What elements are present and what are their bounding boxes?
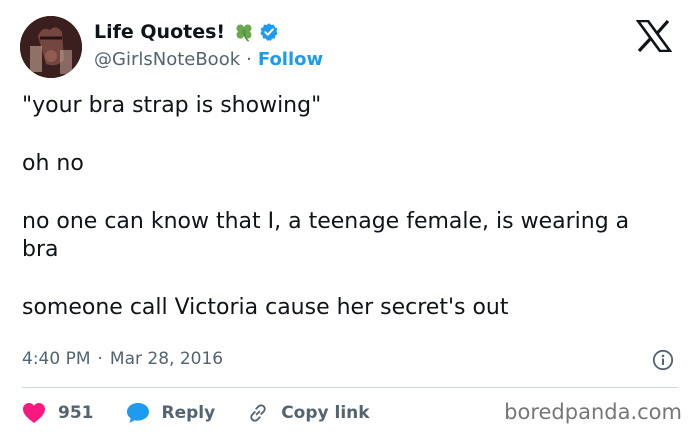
author-handle[interactable]: @GirlsNoteBook	[94, 49, 240, 70]
author-display-name[interactable]: Life Quotes!	[94, 21, 225, 43]
copy-link-label: Copy link	[281, 403, 370, 423]
tweet-actions: 951 Reply Copy link	[22, 399, 370, 427]
tweet-paragraph: no one can know that I, a teenage female…	[22, 209, 630, 262]
four-leaf-clover-icon	[236, 24, 252, 42]
watermark: boredpanda.com	[504, 400, 682, 424]
tweet-card: Life Quotes! @GirlsNoteBook · Follow "yo…	[0, 0, 700, 440]
like-count: 951	[58, 403, 94, 423]
like-button[interactable]: 951	[22, 402, 94, 424]
tweet-time: 4:40 PM	[22, 349, 91, 369]
tweet-paragraph: oh no	[22, 151, 84, 176]
tweet-paragraph: someone call Victoria cause her secret's…	[22, 295, 509, 320]
handle-separator: ·	[246, 48, 252, 70]
tweet-date: Mar 28, 2016	[109, 349, 224, 369]
copy-link-button[interactable]: Copy link	[247, 402, 370, 424]
follow-button[interactable]: Follow	[258, 49, 323, 70]
reply-label: Reply	[161, 403, 216, 423]
reply-bubble-icon	[126, 403, 149, 423]
x-logo-icon[interactable]	[636, 20, 672, 52]
info-icon[interactable]	[652, 349, 674, 371]
timestamp-separator: ·	[97, 349, 103, 369]
divider	[22, 387, 678, 388]
reply-button[interactable]: Reply	[126, 402, 216, 424]
tweet-text: "your bra strap is showing" oh no no one…	[22, 92, 672, 322]
author-avatar[interactable]	[20, 16, 82, 78]
avatar-image	[20, 16, 82, 78]
author-name-row: Life Quotes!	[94, 18, 279, 46]
verified-badge-icon	[260, 23, 278, 41]
tweet-paragraph: "your bra strap is showing"	[22, 93, 322, 118]
link-icon	[250, 404, 266, 422]
heart-icon	[23, 403, 45, 423]
author-handle-row: @GirlsNoteBook · Follow	[94, 47, 323, 71]
tweet-timestamp[interactable]: 4:40 PM · Mar 28, 2016	[22, 346, 223, 372]
